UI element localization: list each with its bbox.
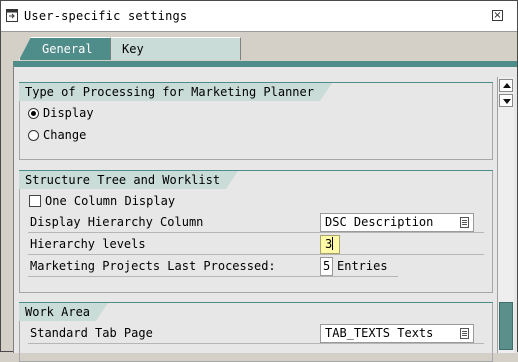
field-label: Hierarchy levels — [30, 237, 146, 251]
field-value: 5 — [323, 259, 331, 273]
group-title: Work Area — [19, 303, 109, 321]
standard-tab-row: Standard Tab Page TAB_TEXTS Texts — [28, 323, 484, 344]
last-processed-row: Marketing Projects Last Processed: 5 Ent… — [28, 256, 398, 277]
vertical-scrollbar[interactable] — [497, 77, 514, 353]
field-label: Marketing Projects Last Processed: — [30, 259, 276, 273]
hierarchy-column-field[interactable]: DSC Description — [320, 213, 474, 232]
tab-strip: General Key figPlanning — [1, 37, 518, 78]
close-icon[interactable]: × — [492, 10, 503, 21]
field-value: TAB_TEXTS Texts — [325, 326, 434, 340]
group-title: Structure Tree and Worklist — [19, 171, 239, 189]
field-value: DSC Description — [325, 215, 434, 229]
standard-tab-field[interactable]: TAB_TEXTS Texts — [320, 324, 474, 343]
field-label: Display Hierarchy Column — [30, 215, 204, 229]
structure-tree-group: Structure Tree and Worklist One Column D… — [19, 170, 493, 293]
settings-dialog: User-specific settings × General Key fig… — [0, 0, 518, 362]
title-bar: User-specific settings × — [1, 1, 517, 32]
one-column-checkbox-row[interactable]: One Column Display — [29, 193, 175, 209]
field-label: Standard Tab Page — [30, 326, 153, 340]
window-title: User-specific settings — [24, 9, 188, 23]
processing-type-group: Type of Processing for Marketing Planner… — [19, 82, 493, 160]
work-area-group: Work Area Standard Tab Page TAB_TEXTS Te… — [19, 302, 493, 362]
radio-label: Change — [43, 128, 87, 142]
arrow-up-icon[interactable] — [499, 79, 513, 92]
hierarchy-column-row: Display Hierarchy Column DSC Description — [28, 212, 484, 233]
group-header: Work Area — [19, 302, 493, 321]
checkbox-label: One Column Display — [45, 194, 176, 208]
value-help-icon[interactable] — [460, 328, 469, 339]
hierarchy-levels-field[interactable]: 3 — [320, 235, 340, 254]
entries-suffix: Entries — [337, 259, 388, 273]
scrollbar-thumb[interactable] — [499, 302, 513, 350]
radio-label: Display — [43, 106, 94, 120]
group-header: Structure Tree and Worklist — [19, 170, 493, 189]
arrow-down-icon[interactable] — [499, 94, 513, 107]
tab-key-figplanning[interactable]: Key figPlanning — [111, 37, 241, 78]
radio-button[interactable] — [28, 130, 39, 141]
group-header: Type of Processing for Marketing Planner — [19, 82, 493, 101]
settings-window-icon — [6, 9, 18, 22]
radio-button-selected[interactable] — [28, 108, 39, 119]
last-processed-field[interactable]: 5 — [320, 257, 333, 276]
group-title: Type of Processing for Marketing Planner — [19, 83, 332, 101]
value-help-icon[interactable] — [460, 217, 469, 228]
tab-general[interactable]: General — [19, 37, 111, 60]
text-cursor — [332, 237, 334, 250]
one-column-checkbox[interactable] — [29, 195, 41, 207]
radio-display[interactable]: Display — [28, 105, 94, 121]
radio-change[interactable]: Change — [28, 127, 86, 143]
field-value: 3 — [325, 237, 333, 251]
hierarchy-levels-row: Hierarchy levels 3 — [28, 234, 484, 255]
